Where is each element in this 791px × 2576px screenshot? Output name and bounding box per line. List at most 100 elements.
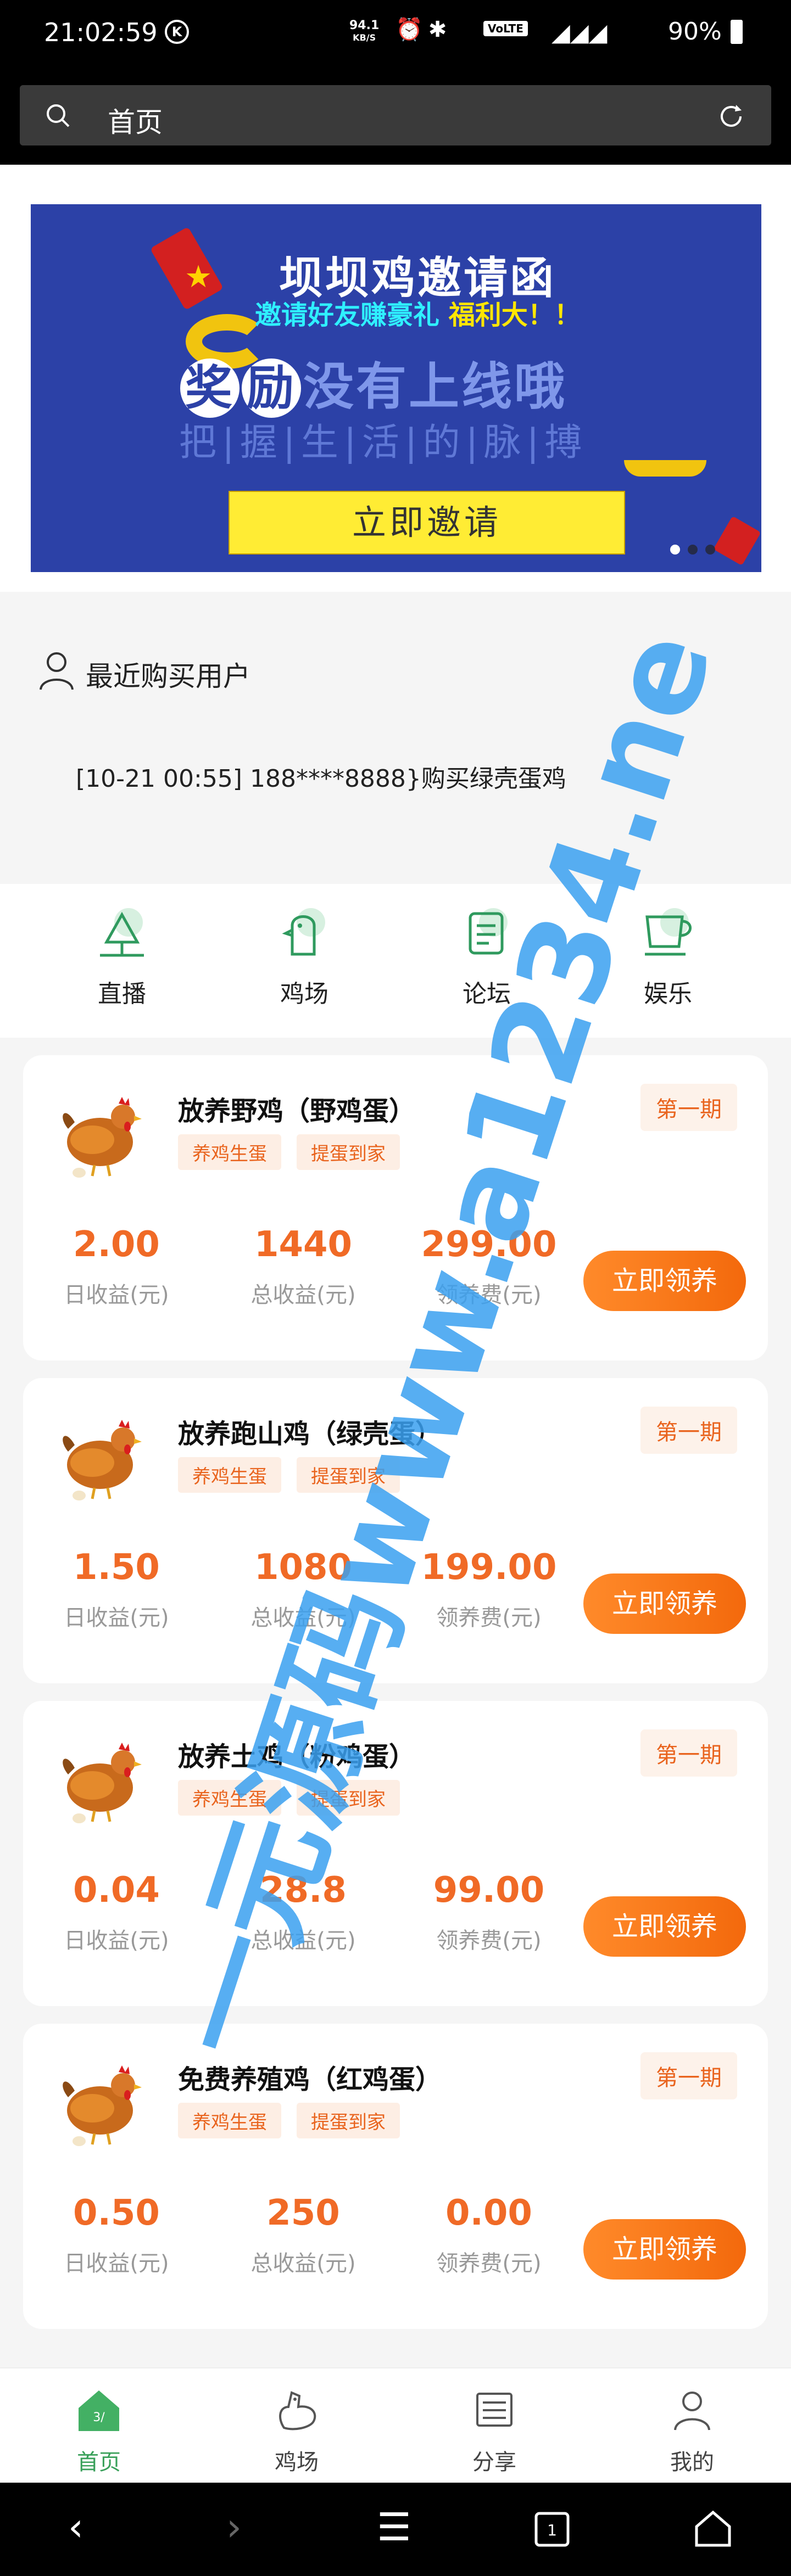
red-corner-decoration xyxy=(713,516,761,566)
total-income: 1440 总收益(元) xyxy=(232,1224,375,1309)
home-nav-icon[interactable] xyxy=(693,2509,733,2549)
product-tag: 养鸡生蛋 xyxy=(178,1780,281,1816)
nav-label: 论坛 xyxy=(463,980,511,1008)
chicken-image xyxy=(63,2065,142,2146)
product-card[interactable]: 放养野鸡（野鸡蛋） 养鸡生蛋 提蛋到家 第一期 2.00 日收益(元) 1440 … xyxy=(23,1055,768,1360)
forum-icon xyxy=(469,908,508,955)
banner-area: ★ 坝坝鸡邀请函 邀请好友赚豪礼 福利大！！ 奖励没有上线哦 把|握|生|活|的… xyxy=(0,165,791,592)
nav-label: 直播 xyxy=(98,980,146,1008)
adoption-fee-label: 领养费(元) xyxy=(436,1283,542,1308)
chicken-icon xyxy=(279,2391,316,2431)
total-income: 1080 总收益(元) xyxy=(232,1547,375,1632)
chicken-icon xyxy=(282,908,325,956)
refresh-icon[interactable] xyxy=(717,103,745,130)
invite-button[interactable]: 立即邀请 xyxy=(229,491,625,555)
search-icon[interactable] xyxy=(45,103,70,128)
status-bar: 21:02:59 K 94.1 KB/S ⏰✱ VoLTE ◢◢◢ 90% xyxy=(0,0,791,71)
product-tags: 养鸡生蛋 提蛋到家 xyxy=(178,1134,415,1170)
tab-label: 首页 xyxy=(77,2450,121,2475)
adopt-button[interactable]: 立即领养 xyxy=(583,1251,746,1311)
system-nav-bar: ‹ › ☰ 1 xyxy=(0,2483,791,2576)
daily-income: 0.50 日收益(元) xyxy=(45,2193,188,2277)
network-speed: 94.1 KB/S xyxy=(349,20,379,44)
menu-icon[interactable]: ☰ xyxy=(377,2505,411,2550)
banner-reward-line: 奖励没有上线哦 xyxy=(180,346,567,419)
product-card[interactable]: 免费养殖鸡（红鸡蛋） 养鸡生蛋 提蛋到家 第一期 0.50 日收益(元) 250 … xyxy=(23,2024,768,2329)
period-badge: 第一期 xyxy=(640,1729,737,1777)
daily-income: 2.00 日收益(元) xyxy=(45,1224,188,1309)
clock: 21:02:59 xyxy=(44,18,158,47)
product-name: 放养土鸡（粉鸡蛋） xyxy=(178,1741,416,1772)
tab-bar: 3/ 首页 鸡场 分享 我的 xyxy=(0,2367,791,2484)
share-icon xyxy=(476,2393,513,2427)
tab-farm[interactable]: 鸡场 xyxy=(242,2385,352,2476)
address-bar[interactable]: 首页 xyxy=(20,85,771,145)
battery-percent: 90% xyxy=(668,18,722,46)
tab-home[interactable]: 3/ 首页 xyxy=(44,2385,154,2476)
invite-banner[interactable]: ★ 坝坝鸡邀请函 邀请好友赚豪礼 福利大！！ 奖励没有上线哦 把|握|生|活|的… xyxy=(31,204,761,572)
recent-purchase-line: [10-21 00:55] 188****8888}购买绿壳蛋鸡 xyxy=(76,765,566,793)
user-icon xyxy=(674,2392,710,2431)
nav-label: 娱乐 xyxy=(644,980,692,1008)
daily-income-label: 日收益(元) xyxy=(64,2251,169,2276)
tab-share[interactable]: 分享 xyxy=(439,2385,549,2476)
adopt-button[interactable]: 立即领养 xyxy=(583,2219,746,2280)
carousel-dot-active[interactable] xyxy=(670,545,680,555)
total-income-value: 250 xyxy=(266,2193,340,2233)
star-icon: ★ xyxy=(185,259,213,295)
carousel-dots[interactable] xyxy=(670,545,723,557)
reward-char-2: 励 xyxy=(242,359,301,418)
adopt-button[interactable]: 立即领养 xyxy=(583,1896,746,1957)
svg-text:1: 1 xyxy=(547,2521,557,2539)
adoption-fee: 99.00 领养费(元) xyxy=(417,1870,560,1955)
alarm-bluetooth-icons: ⏰✱ xyxy=(396,17,453,42)
banner-subtitle: 邀请好友赚豪礼 福利大！！ xyxy=(255,293,581,332)
product-card[interactable]: 放养跑山鸡（绿壳蛋） 养鸡生蛋 提蛋到家 第一期 1.50 日收益(元) 1080… xyxy=(23,1378,768,1683)
total-income-value: 1080 xyxy=(254,1547,353,1588)
daily-income-label: 日收益(元) xyxy=(64,1928,169,1953)
product-tag: 养鸡生蛋 xyxy=(178,1457,281,1493)
adopt-button[interactable]: 立即领养 xyxy=(583,1573,746,1634)
product-tags: 养鸡生蛋 提蛋到家 xyxy=(178,2103,415,2138)
recent-buyers: 最近购买用户 [10-21 00:55] 188****8888}购买绿壳蛋鸡 xyxy=(0,593,791,884)
carousel-dot[interactable] xyxy=(688,545,698,555)
total-income: 250 总收益(元) xyxy=(232,2193,375,2277)
product-card[interactable]: 放养土鸡（粉鸡蛋） 养鸡生蛋 提蛋到家 第一期 0.04 日收益(元) 28.8 … xyxy=(23,1701,768,2006)
nav-item-entertainment[interactable]: 娱乐 xyxy=(613,904,723,1009)
carousel-dot[interactable] xyxy=(705,545,715,555)
quick-nav: 直播 鸡场 论坛 娱乐 xyxy=(0,884,791,1038)
tabs-icon[interactable]: 1 xyxy=(534,2511,570,2547)
total-income-label: 总收益(元) xyxy=(250,2251,356,2276)
adoption-fee-label: 领养费(元) xyxy=(436,2251,542,2276)
product-tag: 提蛋到家 xyxy=(297,2103,400,2138)
chicken-image xyxy=(63,1420,142,1500)
network-speed-unit: KB/S xyxy=(353,32,376,43)
network-speed-value: 94.1 xyxy=(349,19,380,32)
daily-income: 0.04 日收益(元) xyxy=(45,1870,188,1955)
header: 首页 xyxy=(0,71,791,165)
nav-item-live[interactable]: 直播 xyxy=(67,904,177,1009)
k-app-icon: K xyxy=(165,20,189,44)
daily-income-label: 日收益(元) xyxy=(64,1283,169,1308)
reward-char-1: 奖 xyxy=(180,359,239,418)
product-tags: 养鸡生蛋 提蛋到家 xyxy=(178,1780,415,1816)
volte-badge: VoLTE xyxy=(483,21,528,36)
total-income-label: 总收益(元) xyxy=(250,1605,356,1631)
back-icon[interactable]: ‹ xyxy=(68,2505,83,2550)
chicken-image xyxy=(63,1097,142,1178)
adoption-fee: 299.00 领养费(元) xyxy=(417,1224,560,1309)
product-tag: 提蛋到家 xyxy=(297,1780,400,1816)
cup-icon xyxy=(645,908,692,956)
tab-mine[interactable]: 我的 xyxy=(637,2385,747,2476)
product-tag: 养鸡生蛋 xyxy=(178,1134,281,1170)
nav-item-forum[interactable]: 论坛 xyxy=(432,904,542,1009)
nav-item-farm[interactable]: 鸡场 xyxy=(249,904,359,1009)
total-income-value: 1440 xyxy=(254,1224,353,1265)
tab-label: 鸡场 xyxy=(275,2450,319,2475)
svg-text:3/: 3/ xyxy=(93,2411,105,2424)
forward-icon[interactable]: › xyxy=(226,2505,242,2550)
adoption-fee-value: 299.00 xyxy=(421,1224,557,1265)
chicken-image xyxy=(63,1743,142,1823)
tab-label: 分享 xyxy=(472,2450,516,2475)
battery-icon xyxy=(731,20,743,44)
